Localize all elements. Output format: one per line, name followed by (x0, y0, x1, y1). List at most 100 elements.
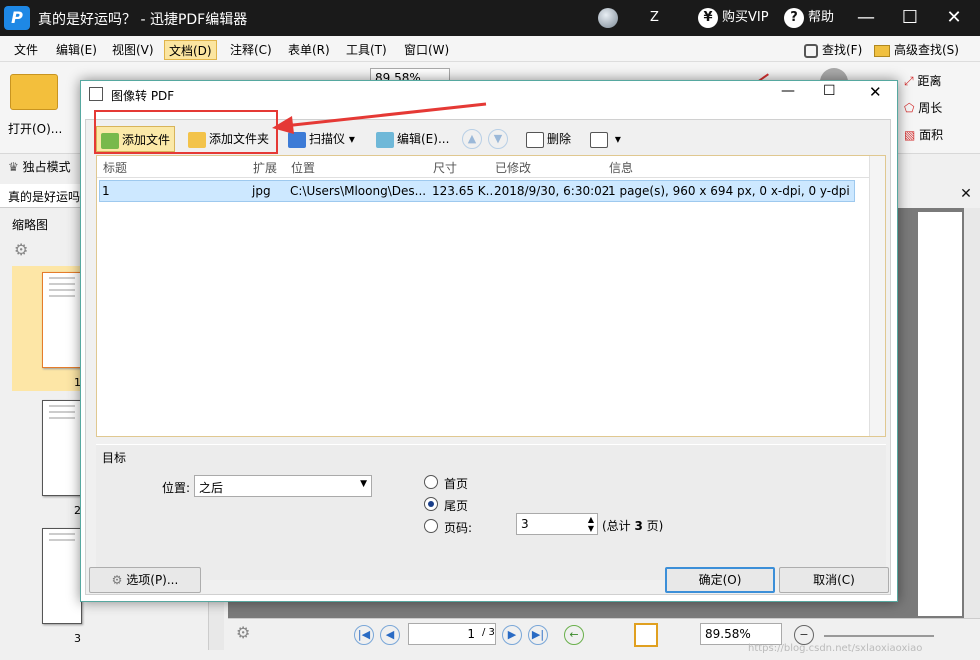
menu-view[interactable]: 视图(V) (108, 40, 158, 60)
list-view-icon (590, 131, 608, 148)
col-location[interactable]: 位置 (291, 159, 315, 176)
dialog-maximize-button[interactable]: ☐ (823, 83, 836, 99)
options-label: 选项(P)... (126, 573, 179, 587)
help-button[interactable]: ? 帮助 (784, 6, 834, 30)
open-button-label[interactable]: 打开(O)... (8, 120, 62, 137)
page-edge (918, 212, 962, 616)
radio-last-page[interactable] (424, 497, 438, 511)
menu-file[interactable]: 文件 (10, 40, 42, 60)
avatar[interactable] (598, 8, 618, 28)
perimeter-tool[interactable]: ⬠ 周长 (904, 99, 942, 116)
menu-comment[interactable]: 注释(C) (226, 40, 276, 60)
menu-edit[interactable]: 编辑(E) (52, 40, 101, 60)
annotation-arrow (272, 102, 487, 134)
ok-button[interactable]: 确定(O) (665, 567, 775, 593)
title-bar: P 真的是好运吗？ - 迅捷PDF编辑器 Z ¥ 购买VIP ? 帮助 — ☐ ✕ (0, 0, 980, 36)
target-group: 目标 位置: 之后 ▼ 首页 尾页 页码: 3 ▲ ▼ (总计 3 页) (96, 444, 886, 580)
menu-window[interactable]: 窗口(W) (400, 40, 453, 60)
dialog-body: 添加文件 添加文件夹 扫描仪 ▾ 编辑(E)... ▲ ▼ 删除 ▾ 标题 扩展… (85, 119, 891, 595)
menu-form[interactable]: 表单(R) (284, 40, 334, 60)
cell-ext: jpg (252, 184, 271, 198)
position-select[interactable]: 之后 ▼ (194, 475, 372, 497)
delete-button[interactable]: 删除 (522, 126, 575, 152)
col-size[interactable]: 尺寸 (433, 159, 457, 176)
radio-last-label[interactable]: 尾页 (444, 497, 468, 514)
highlight-box (94, 110, 278, 154)
zoom-out-icon[interactable]: − (794, 625, 814, 645)
first-page-icon[interactable]: |◀ (354, 625, 374, 645)
distance-tool[interactable]: ⤢ 距离 (904, 72, 941, 89)
buy-vip-button[interactable]: ¥ 购买VIP (698, 6, 769, 30)
menu-document[interactable]: 文档(D) (164, 40, 217, 60)
maximize-button[interactable]: ☐ (890, 4, 930, 32)
next-page-icon[interactable]: ▶ (502, 625, 522, 645)
exclusive-mode-label: 独占模式 (22, 160, 71, 174)
page-number-stepper-value: 3 (521, 517, 529, 531)
total-pages-text: (总计 3 页) (602, 517, 663, 534)
options-button[interactable]: ⚙ 选项(P)... (89, 567, 201, 593)
radio-first-label[interactable]: 首页 (444, 475, 468, 492)
stepper-arrows-icon[interactable]: ▲ ▼ (588, 515, 594, 533)
table-row[interactable]: 1 jpg C:\Users\Mloong\Des... 123.65 K.. … (99, 180, 855, 202)
watermark: https://blog.csdn.net/sxlaoxiaoxiao (748, 643, 923, 654)
open-folder-icon[interactable] (10, 74, 58, 110)
close-button[interactable]: ✕ (934, 4, 974, 32)
zoom-field[interactable]: 89.58% (700, 623, 782, 645)
menu-tools[interactable]: 工具(T) (342, 40, 391, 60)
target-label: 目标 (102, 451, 127, 465)
dialog-title: 图像转 PDF (111, 89, 175, 103)
perimeter-icon: ⬠ (904, 101, 915, 115)
settings-gear-icon[interactable]: ⚙ (236, 623, 250, 642)
document-scrollbar[interactable] (964, 208, 980, 618)
minimize-button[interactable]: — (846, 4, 886, 32)
user-initial[interactable]: Z (650, 6, 659, 30)
delete-label: 删除 (547, 132, 572, 146)
total-suffix: 页) (642, 519, 664, 533)
file-list[interactable]: 标题 扩展 位置 尺寸 已修改 信息 1 jpg C:\Users\Mloong… (96, 155, 886, 437)
cell-location: C:\Users\Mloong\Des... (290, 184, 427, 198)
advanced-find-button[interactable]: 高级查找(S) (870, 40, 963, 60)
last-page-icon[interactable]: ▶| (528, 625, 548, 645)
radio-page-number[interactable] (424, 519, 438, 533)
file-list-header: 标题 扩展 位置 尺寸 已修改 信息 (97, 156, 869, 178)
single-page-icon[interactable] (634, 623, 658, 647)
thumbnail-page-3[interactable] (42, 528, 82, 624)
cell-info: 1 page(s), 960 x 694 px, 0 x-dpi, 0 y-dp… (608, 184, 850, 198)
thumbnail-page-2[interactable] (42, 400, 82, 496)
zoom-slider[interactable] (824, 635, 934, 637)
area-label: 面积 (919, 128, 944, 142)
find-icon (804, 43, 818, 58)
page-number-stepper[interactable]: 3 ▲ ▼ (516, 513, 598, 535)
position-value: 之后 (199, 481, 224, 495)
find-button[interactable]: 查找(F) (800, 40, 866, 60)
cancel-button[interactable]: 取消(C) (779, 567, 889, 593)
delete-icon (526, 131, 544, 148)
prev-page-icon[interactable]: ◀ (380, 625, 400, 645)
col-info[interactable]: 信息 (609, 159, 633, 176)
thumbnail-page-1[interactable] (42, 272, 82, 368)
radio-page-label[interactable]: 页码: (444, 519, 472, 536)
area-tool[interactable]: ▧ 面积 (904, 126, 943, 143)
file-list-scrollbar[interactable] (869, 156, 885, 436)
dialog-close-button[interactable]: ✕ (869, 83, 882, 101)
menu-bar: 文件 编辑(E) 视图(V) 文档(D) 注释(C) 表单(R) 工具(T) 窗… (0, 36, 980, 62)
view-options-button[interactable]: ▾ (586, 126, 625, 152)
cell-modified: 2018/9/30, 6:30:02 (494, 184, 610, 198)
col-ext[interactable]: 扩展 (253, 159, 277, 176)
page-total: / 3 (482, 627, 495, 638)
perimeter-label: 周长 (918, 101, 943, 115)
exclusive-mode-button[interactable]: ♛ 独占模式 (8, 158, 71, 175)
col-modified[interactable]: 已修改 (495, 159, 531, 176)
radio-first-page[interactable] (424, 475, 438, 489)
gear-icon[interactable]: ⚙ (14, 240, 28, 259)
app-logo: P (4, 6, 30, 30)
options-gear-icon: ⚙ (111, 573, 123, 587)
buy-vip-label: 购买VIP (722, 10, 769, 25)
col-title[interactable]: 标题 (103, 159, 127, 176)
dialog-minimize-button[interactable]: — (781, 83, 795, 99)
thumbnail-label-3: 3 (74, 632, 81, 645)
close-doc-icon[interactable]: ✕ (954, 186, 978, 206)
area-icon: ▧ (904, 128, 916, 142)
help-label: 帮助 (808, 10, 835, 25)
back-icon[interactable]: ← (564, 625, 584, 645)
